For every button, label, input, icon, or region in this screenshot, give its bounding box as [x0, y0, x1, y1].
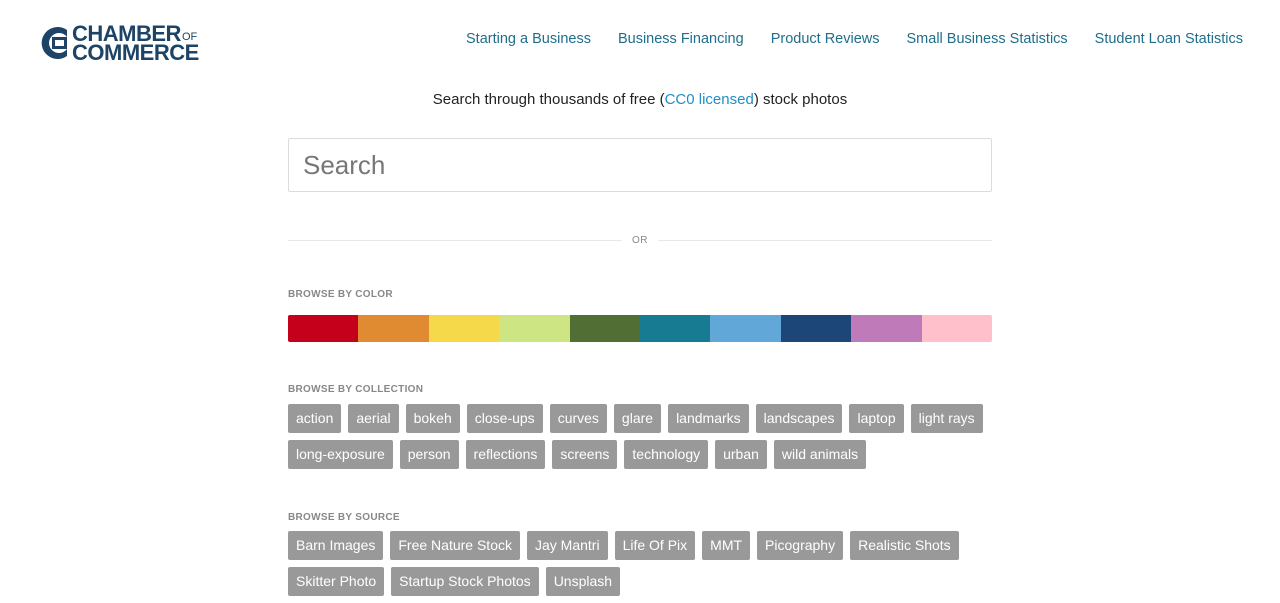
color-swatch[interactable]	[921, 315, 992, 342]
color-swatch[interactable]	[640, 315, 711, 342]
or-divider: OR	[288, 233, 992, 247]
collection-tag[interactable]: light rays	[910, 404, 983, 433]
color-swatch-bar	[288, 315, 992, 342]
collection-tag[interactable]: close-ups	[466, 404, 543, 433]
nav-business-financing[interactable]: Business Financing	[618, 31, 744, 47]
color-swatch[interactable]	[710, 315, 781, 342]
cc0-license-link[interactable]: CC0 licensed	[665, 91, 754, 108]
collection-tag[interactable]: action	[288, 404, 342, 433]
collection-tag[interactable]: wild animals	[773, 440, 867, 469]
search-input[interactable]	[288, 138, 992, 192]
main-nav: Starting a Business Business Financing P…	[466, 31, 1243, 47]
nav-starting-a-business[interactable]: Starting a Business	[466, 31, 591, 47]
collection-tag[interactable]: bokeh	[405, 404, 460, 433]
collection-tag[interactable]: reflections	[465, 440, 546, 469]
source-tag[interactable]: Jay Mantri	[526, 531, 608, 560]
logo-c-icon	[41, 27, 67, 59]
main-content: Search through thousands of free (CC0 li…	[288, 80, 992, 596]
divider-line-right	[658, 239, 992, 241]
collection-tag[interactable]: technology	[624, 440, 709, 469]
color-swatch[interactable]	[358, 315, 429, 342]
source-tag[interactable]: Unsplash	[545, 567, 621, 596]
collection-tag[interactable]: landmarks	[668, 404, 749, 433]
nav-small-business-statistics[interactable]: Small Business Statistics	[907, 31, 1068, 47]
tagline-after: ) stock photos	[753, 91, 848, 108]
color-swatch[interactable]	[851, 315, 922, 342]
color-swatch[interactable]	[428, 315, 500, 342]
collection-tag[interactable]: curves	[549, 404, 607, 433]
divider-or-label: OR	[632, 234, 648, 246]
source-tag[interactable]: Barn Images	[288, 531, 384, 560]
source-tag[interactable]: Picography	[757, 531, 844, 560]
site-header: CHAMBER OF COMMERCE Starting a Business …	[0, 0, 1280, 80]
divider-line-left	[288, 239, 622, 241]
source-tag[interactable]: Skitter Photo	[288, 567, 385, 596]
color-swatch[interactable]	[780, 315, 852, 342]
collection-tags: action aerial bokeh close-ups curves glare lan…	[288, 404, 992, 469]
logo-line2: COMMERCE	[72, 40, 199, 65]
collection-tag[interactable]: screens	[552, 440, 618, 469]
collection-tag[interactable]: long-exposure	[288, 440, 393, 469]
source-tag[interactable]: Realistic Shots	[850, 531, 959, 560]
source-tag[interactable]: Startup Stock Photos	[391, 567, 539, 596]
source-tags: Barn Images Free Nature Stock Jay Mantri Li…	[288, 531, 992, 596]
collection-tag[interactable]: aerial	[348, 404, 399, 433]
source-tag[interactable]: MMT	[702, 531, 751, 560]
tagline: Search through thousands of free (CC0 li…	[288, 91, 992, 111]
collection-tag[interactable]: person	[399, 440, 459, 469]
browse-by-collection-label: BROWSE BY COLLECTION	[288, 384, 424, 395]
nav-product-reviews[interactable]: Product Reviews	[771, 31, 880, 47]
collection-tag[interactable]: glare	[613, 404, 662, 433]
chamber-of-commerce-logo[interactable]: CHAMBER OF COMMERCE	[37, 23, 199, 65]
collection-tag[interactable]: landscapes	[755, 404, 843, 433]
color-swatch[interactable]	[288, 315, 359, 342]
collection-tag[interactable]: urban	[715, 440, 767, 469]
source-tag[interactable]: Free Nature Stock	[390, 531, 520, 560]
logo-wordmark: CHAMBER OF COMMERCE	[72, 23, 199, 65]
color-swatch[interactable]	[569, 315, 641, 342]
tagline-before: Search through thousands of free (	[432, 91, 665, 108]
color-swatch[interactable]	[499, 315, 570, 342]
nav-student-loan-statistics[interactable]: Student Loan Statistics	[1095, 31, 1243, 47]
browse-by-color-label: BROWSE BY COLOR	[288, 289, 393, 300]
collection-tag[interactable]: laptop	[849, 404, 904, 433]
source-tag[interactable]: Life Of Pix	[614, 531, 696, 560]
browse-by-source-label: BROWSE BY SOURCE	[288, 512, 400, 523]
